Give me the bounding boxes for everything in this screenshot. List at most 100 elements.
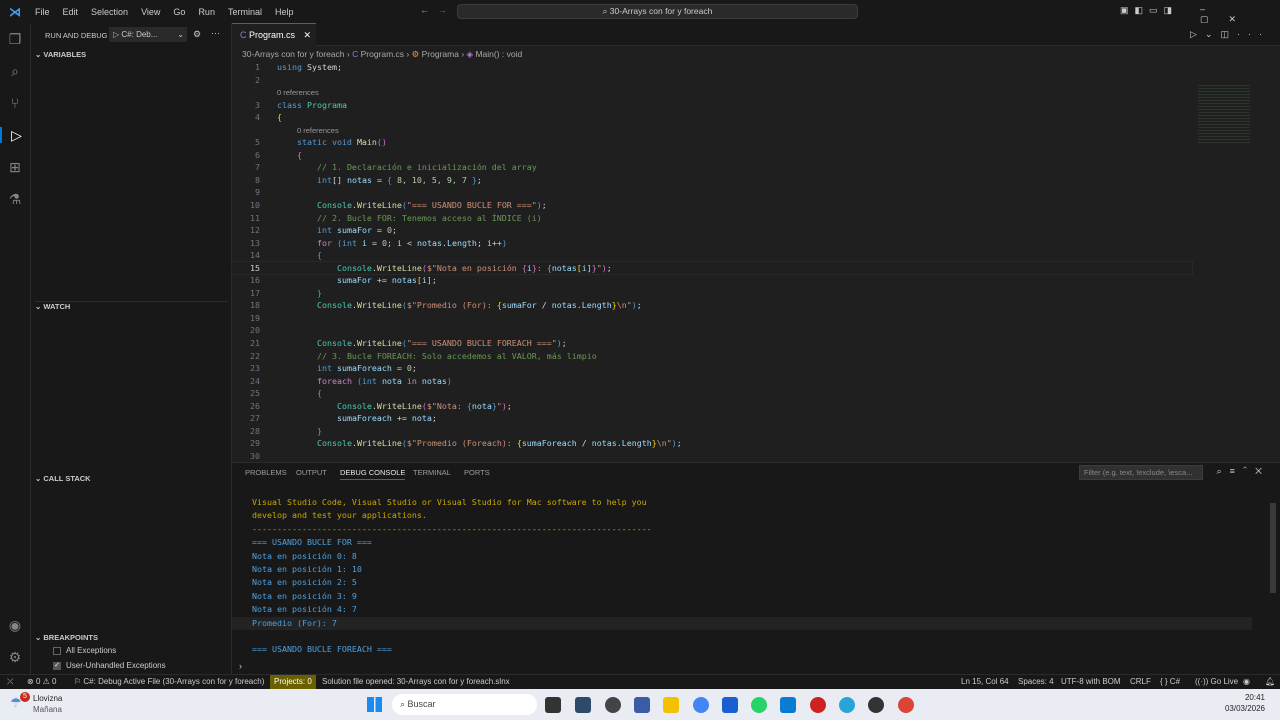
solution-status[interactable]: Solution file opened: 30-Arrays con for … (322, 675, 510, 689)
problems-status[interactable]: ⊗ 0 ⚠ 0 (27, 675, 56, 689)
menu-selection[interactable]: Selection (91, 7, 128, 17)
forward-arrow-icon[interactable]: → (438, 5, 447, 15)
menu-file[interactable]: File (35, 7, 50, 17)
minimap[interactable] (1198, 83, 1250, 145)
console-line: Nota: 8 (252, 657, 1252, 660)
code-line: 19 (232, 312, 1192, 325)
app-icon[interactable] (810, 697, 826, 713)
menu-view[interactable]: View (141, 7, 160, 17)
debug-console-output[interactable]: Visual Studio Code, Visual Studio or Vis… (232, 482, 1280, 660)
code-line: 8 int[] notas = { 8, 10, 5, 9, 7 }; (232, 174, 1192, 187)
account-icon[interactable]: ◉ (7, 617, 23, 633)
indentation[interactable]: Spaces: 4 (1018, 675, 1054, 689)
extensions-icon[interactable]: ⊞ (7, 159, 23, 175)
language-mode[interactable]: { } C# (1160, 675, 1180, 689)
telegram-icon[interactable] (839, 697, 855, 713)
projects-status[interactable]: Projects: 0 (270, 675, 316, 689)
menu-go[interactable]: Go (173, 7, 185, 17)
watch-section-header[interactable]: ⌄ WATCH (35, 301, 228, 311)
debug-status[interactable]: ⚐ C#: Debug Active File (30-Arrays con f… (74, 675, 264, 689)
console-input-prompt-icon[interactable]: › (239, 661, 242, 671)
code-token: = (371, 225, 387, 236)
notifications-bell-icon[interactable]: 🔔︎ (1265, 675, 1275, 689)
breadcrumb-folder[interactable]: 30-Arrays con for y foreach (242, 49, 345, 59)
breadcrumb-file[interactable]: Program.cs (361, 49, 404, 59)
back-arrow-icon[interactable]: ← (420, 5, 429, 15)
tab-program-cs[interactable]: C Program.cs ✕ (232, 23, 316, 46)
tab-terminal[interactable]: TERMINAL (413, 468, 451, 477)
run-debug-icon[interactable]: ▷ (0, 127, 31, 143)
console-line: Promedio (For): 7 (232, 616, 1252, 630)
start-debug-icon[interactable]: ▷ (113, 30, 119, 39)
code-token: \n" (656, 438, 672, 449)
encoding[interactable]: UTF-8 with BOM (1061, 675, 1121, 689)
weather-text[interactable]: Llovizna (33, 694, 62, 703)
breakpoint-all-exceptions[interactable]: All Exceptions (53, 646, 116, 655)
code-token: ; (411, 363, 417, 374)
task-view-icon[interactable] (545, 697, 561, 713)
line-number: 5 (255, 137, 260, 148)
debug-config-select[interactable]: ▷ C#: Deb... ⌄ (109, 27, 187, 42)
breadcrumb-method[interactable]: Main() : void (475, 49, 522, 59)
source-control-icon[interactable]: ⑂ (7, 95, 23, 111)
breadcrumb-class[interactable]: Programa (422, 49, 459, 59)
app-icon[interactable] (634, 697, 650, 713)
menu-help[interactable]: Help (275, 7, 294, 17)
gear-icon[interactable]: ⚙ (193, 29, 201, 40)
app-icon[interactable] (868, 697, 884, 713)
editor-actions-icons[interactable]: ▷⌄◫··· (1190, 29, 1270, 40)
console-scrollbar[interactable] (1270, 503, 1276, 593)
taskbar-search[interactable]: ⌕ Buscar (392, 694, 537, 715)
cursor-position[interactable]: Ln 15, Col 64 (961, 675, 1009, 689)
tab-debug-console[interactable]: DEBUG CONSOLE (340, 468, 406, 480)
checkbox-checked[interactable]: ✓ (53, 661, 61, 670)
variables-section-header[interactable]: ⌄ VARIABLES (35, 50, 86, 59)
line-number: 23 (250, 363, 260, 374)
references-link[interactable]: 0 references (277, 88, 319, 97)
app-icon[interactable] (575, 697, 591, 713)
search-icon[interactable]: ⌕ (7, 63, 23, 79)
tab-ports[interactable]: PORTS (464, 468, 490, 477)
chrome-icon[interactable] (693, 697, 709, 713)
references-link[interactable]: 0 references (297, 126, 339, 135)
tab-output[interactable]: OUTPUT (296, 468, 327, 477)
code-line: 10 Console.WriteLine("=== USANDO BUCLE F… (232, 199, 1192, 212)
code-token: ; (431, 413, 437, 424)
breakpoints-section-header[interactable]: ⌄ BREAKPOINTS (35, 633, 98, 642)
settings-gear-icon[interactable]: ⚙ (7, 649, 23, 665)
word-icon[interactable] (722, 697, 738, 713)
command-center-search[interactable]: ⌕ 30-Arrays con for y foreach (457, 4, 858, 19)
explorer-icon[interactable]: ❐ (7, 31, 23, 47)
menu-terminal[interactable]: Terminal (228, 7, 262, 17)
clock-time[interactable]: 20:41 (1245, 693, 1265, 702)
breakpoint-user-unhandled[interactable]: ✓ User-Unhandled Exceptions (53, 661, 166, 670)
panel-actions-icons[interactable]: ⌕≡⌃✕ (1217, 466, 1270, 477)
close-icon[interactable]: ✕ (304, 30, 312, 40)
chrome-profile-icon[interactable] (898, 697, 914, 713)
copilot-icon[interactable]: ◉ (1243, 675, 1250, 689)
call-stack-section-header[interactable]: ⌄ CALL STACK (35, 474, 91, 483)
code-token: ; (476, 174, 482, 185)
go-live-button[interactable]: ((·)) Go Live (1195, 675, 1238, 689)
editor-area: C Program.cs ✕ ▷⌄◫··· 30-Arrays con for … (231, 23, 1280, 463)
code-editor[interactable]: 1 using System; 2 0 references 3 class Progra… (231, 61, 1193, 463)
clock-date[interactable]: 03/03/2026 (1225, 704, 1265, 713)
code-token: [] (331, 174, 347, 185)
window-controls[interactable]: –▢✕ (1200, 4, 1280, 25)
whatsapp-icon[interactable] (751, 697, 767, 713)
checkbox[interactable] (53, 646, 61, 655)
more-actions-icon[interactable]: ··· (211, 28, 220, 38)
menu-run[interactable]: Run (198, 7, 215, 17)
testing-icon[interactable]: ⚗ (7, 191, 23, 207)
file-explorer-icon[interactable] (663, 697, 679, 713)
tab-problems[interactable]: PROBLEMS (245, 468, 287, 477)
remote-icon[interactable]: ⤫ (7, 675, 13, 689)
code-token: class (277, 99, 302, 110)
windows-start-icon[interactable] (367, 697, 382, 712)
menu-edit[interactable]: Edit (63, 7, 79, 17)
console-filter-input[interactable]: Filter (e.g. text, !exclude, \esca... (1079, 465, 1203, 480)
line-ending[interactable]: CRLF (1130, 675, 1151, 689)
layout-toggle-icons[interactable]: ▣◧▭◨ (1120, 5, 1178, 16)
app-icon[interactable] (605, 697, 621, 713)
vscode-taskbar-icon[interactable] (780, 697, 796, 713)
